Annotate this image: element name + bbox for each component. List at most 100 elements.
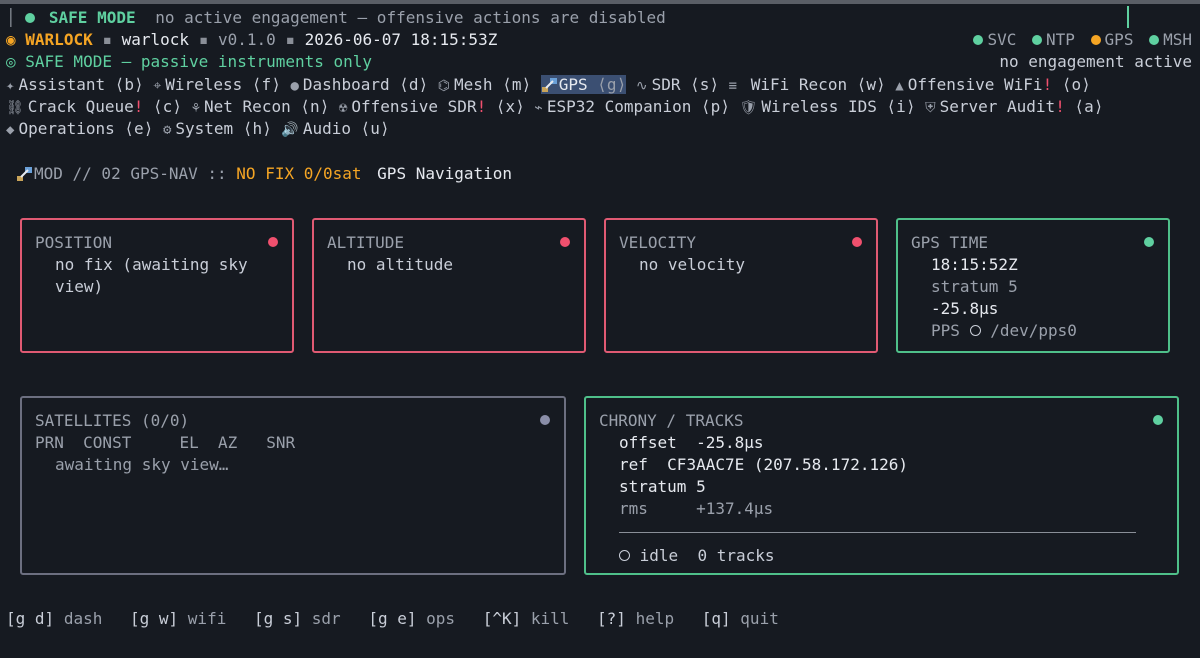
nav-row-3: ◆ Operations ⟨e⟩ ⚙ System ⟨h⟩ 🔊 Audio ⟨u⟩ [6,118,390,141]
safe-mode-circle-icon: ◎ [6,52,26,71]
gear-icon: ⚙ [162,122,172,138]
gps-time-title: GPS TIME [911,233,989,252]
app-version: v0.1.0 [217,30,276,49]
chrony-panel: CHRONY / TRACKS offset -25.8µs ref CF3AA… [584,396,1179,575]
svc-status-dot-icon [973,34,984,45]
nav-net-recon[interactable]: ⚘ Net Recon ⟨n⟩ [192,97,330,116]
footer-wifi[interactable]: [g w] wifi [130,609,244,628]
speaker-icon: 🔊 [281,122,299,138]
satellites-empty-message: awaiting sky view… [55,455,229,474]
nav-crack-queue[interactable]: ⛓ Crack Queue! ⟨c⟩ [6,97,182,116]
footer-kill[interactable]: [^K] kill [483,609,588,628]
pps-circle-icon [969,325,981,336]
host-name: warlock [121,30,190,49]
ntp-indicator: NTP [1046,30,1075,49]
crosshair-icon: ⌖ [153,78,162,94]
safe-mode-subtitle: ◎ SAFE MODE — passive instruments only [6,52,373,71]
nav-mesh[interactable]: ⌬ Mesh ⟨m⟩ [438,75,531,94]
chrony-title: CHRONY / TRACKS [599,411,744,430]
gps-time-offset: -25.8µs [931,299,999,318]
footer-ops[interactable]: [g e] ops [368,609,473,628]
nav-operations[interactable]: ◆ Operations ⟨e⟩ [6,119,153,138]
nav-system[interactable]: ⚙ System ⟨h⟩ [163,119,272,138]
radiation-icon: ☢ [338,100,348,116]
msh-status-dot-icon [1149,34,1160,45]
node-icon: ⚘ [191,100,201,116]
satellites-title: SATELLITES (0/0) [35,411,190,430]
gps-time-panel: GPS TIME 18:15:52Z stratum 5 -25.8µs PPS… [896,218,1170,353]
satellites-status-dot-icon [540,415,550,425]
position-value: no fix (awaiting sky view) [55,255,248,296]
gps-status-dot-icon [1090,34,1101,45]
sparkle-icon: ✦ [6,78,15,94]
shield-icon: 🛡 [739,100,758,116]
safe-mode-message: no active engagement — offensive actions… [155,8,666,27]
window-top-border [0,0,1200,4]
velocity-status-dot-icon [852,237,862,247]
position-panel: POSITION no fix (awaiting sky view) [20,218,294,353]
nav-sdr[interactable]: ∿ SDR ⟨s⟩ [636,75,719,94]
chrony-stratum: stratum 5 [619,477,706,496]
diamond-icon: ◆ [6,122,15,138]
velocity-title: VELOCITY [619,233,697,252]
warning-icon: ▲ [895,78,904,94]
nav-offensive-wifi[interactable]: ▲ Offensive WiFi! ⟨o⟩ [895,75,1090,94]
nav-wifi-recon[interactable]: ≡ WiFi Recon ⟨w⟩ [729,75,886,94]
altitude-panel: ALTITUDE no altitude [312,218,586,353]
idle-circle-icon [619,550,630,561]
altitude-title: ALTITUDE [327,233,405,252]
altitude-value: no altitude [347,255,453,274]
header-brand-line: ◉ WARLOCK ▪ warlock ▪ v0.1.0 ▪ 2026-06-0… [6,30,498,49]
gps-time-value: 18:15:52Z [931,255,1018,274]
service-indicators: SVC NTP GPS MSH [973,29,1192,51]
chrony-status-dot-icon [1153,415,1163,425]
header-datetime: 2026-06-07 18:15:53Z [304,30,498,49]
footer-dash[interactable]: [g d] dash [6,609,120,628]
ntp-status-dot-icon [1032,34,1042,45]
module-prefix: MOD // 02 GPS-NAV :: [34,164,227,183]
brand-name: WARLOCK [25,30,93,49]
position-title: POSITION [35,233,113,252]
nav-wireless[interactable]: ⌖ Wireless ⟨f⟩ [153,75,281,94]
safe-mode-dot-icon [25,12,36,23]
brand-radio-icon: ◉ [6,30,16,49]
satellite-icon [541,78,557,92]
chrony-ref-line: ref CF3AAC7E (207.58.172.126) [619,455,908,474]
gps-indicator: GPS [1104,30,1134,49]
velocity-panel: VELOCITY no velocity [604,218,878,353]
chrony-rms-line: rms +137.4µs [619,499,774,518]
footer-help[interactable]: [?] help [597,609,692,628]
footer-quit[interactable]: [q] quit [702,609,797,628]
position-status-dot-icon [268,237,278,247]
nav-esp32-companion[interactable]: ⌁ ESP32 Companion ⟨p⟩ [534,97,729,116]
bolt-icon: ⌁ [534,100,543,116]
module-header: MOD // 02 GPS-NAV :: NO FIX 0/0sat GPS N… [16,163,512,185]
safe-mode-banner: │ SAFE MODE no active engagement — offen… [6,8,666,27]
nav-row-2: ⛓ Crack Queue! ⟨c⟩ ⚘ Net Recon ⟨n⟩ ☢ Offens… [6,96,1103,119]
nav-assistant[interactable]: ✦ Assistant ⟨b⟩ [6,75,144,94]
svc-indicator: SVC [987,30,1017,49]
nav-audio[interactable]: 🔊 Audio ⟨u⟩ [281,119,389,138]
gps-fix-status: NO FIX 0/0sat [236,164,362,183]
engagement-status: no engagement active [999,52,1192,71]
footer-sdr[interactable]: [g s] sdr [254,609,359,628]
nav-offensive-sdr[interactable]: ☢ Offensive SDR! ⟨x⟩ [339,97,525,116]
mesh-icon: ⌬ [437,78,451,94]
list-icon: ≡ [728,78,738,94]
module-title: GPS Navigation [377,164,513,183]
shield-outline-icon: ⛨ [925,100,936,116]
safe-mode-label: SAFE MODE [48,8,136,27]
altitude-status-dot-icon [560,237,570,247]
velocity-value: no velocity [639,255,745,274]
chrony-tracks-line: idle 0 tracks [599,545,1164,567]
nav-row-1: ✦ Assistant ⟨b⟩ ⌖ Wireless ⟨f⟩ ● Dashboard … [6,74,1091,97]
satellites-columns: PRN CONST EL AZ SNR [35,433,296,452]
wave-icon: ∿ [635,78,648,94]
nav-gps[interactable]: GPS ⟨g⟩ [540,75,627,94]
nav-dashboard[interactable]: ● Dashboard ⟨d⟩ [290,75,428,94]
nav-server-audit[interactable]: ⛨ Server Audit! ⟨a⟩ [925,97,1103,116]
satellite-icon [17,167,32,181]
gps-time-stratum: stratum 5 [931,277,1018,296]
nav-wireless-ids[interactable]: 🛡 Wireless IDS ⟨i⟩ [740,97,916,116]
chain-icon: ⛓ [6,100,24,116]
